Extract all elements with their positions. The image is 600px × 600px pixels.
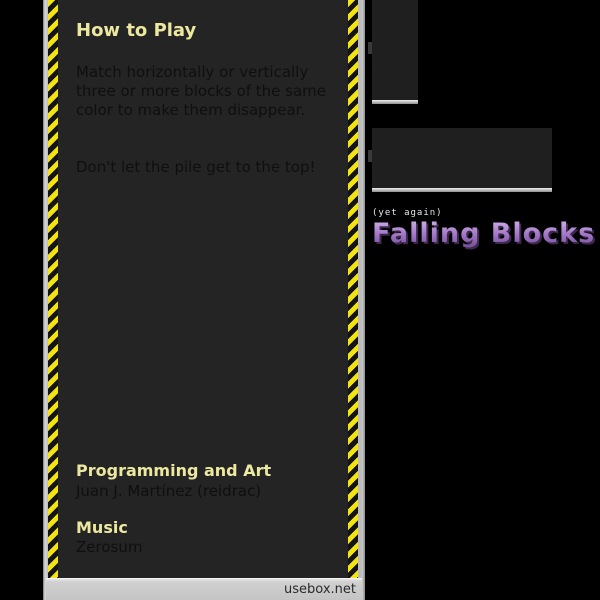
well-bottom-bar: usebox.net xyxy=(46,578,362,600)
hazard-stripe-left xyxy=(48,0,58,578)
logo-subtitle: (yet again) xyxy=(372,208,443,218)
panel-bottom-bar xyxy=(372,100,418,104)
rule-pile-text: Don't let the pile get to the top! xyxy=(76,158,316,176)
panel-bottom-bar xyxy=(372,188,552,192)
hazard-stripe-right xyxy=(348,0,358,578)
credit-programming-name: Juan J. Martínez (reidrac) xyxy=(76,482,262,500)
game-screen: How to Play Match horizontally or vertic… xyxy=(0,0,600,600)
credit-programming-title: Programming and Art xyxy=(76,461,272,480)
footer-site-link[interactable]: usebox.net xyxy=(284,582,356,597)
logo-title: Falling Blocks xyxy=(372,218,596,249)
panel-notch xyxy=(368,42,372,54)
panel-notch xyxy=(368,150,372,162)
credit-music-name: Zerosum xyxy=(76,538,143,556)
score-panel xyxy=(368,128,552,192)
credit-music-title: Music xyxy=(76,518,128,537)
next-piece-panel xyxy=(368,0,418,104)
how-to-play-title: How to Play xyxy=(76,20,197,41)
rule-match-text: Match horizontally or vertically three o… xyxy=(76,63,327,119)
